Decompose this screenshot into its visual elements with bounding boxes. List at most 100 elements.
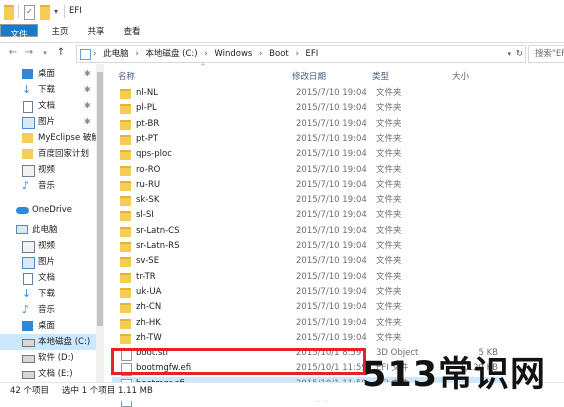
tab-view[interactable]: 查看	[118, 22, 146, 42]
nav-item-pc-pictures[interactable]: 图片	[0, 254, 98, 270]
column-name[interactable]: 名称	[118, 70, 135, 82]
folder-icon	[120, 180, 131, 191]
file-row[interactable]: pl-PL 2015/7/10 19:04 文件夹	[112, 101, 504, 116]
file-name: sr-Latn-RS	[136, 241, 180, 251]
file-name: zh-TW	[136, 332, 162, 343]
pin-icon: ✱	[84, 85, 91, 94]
file-row[interactable]: tr-TR 2015/7/10 19:04 文件夹	[112, 270, 504, 285]
folder-icon	[120, 119, 131, 130]
back-arrow-icon[interactable]: ←	[6, 46, 20, 60]
breadcrumb-item[interactable]: Windows	[214, 49, 252, 59]
file-name: sr-Latn-CS	[136, 225, 180, 236]
divider	[64, 5, 65, 18]
nav-label: 文档 (E:)	[38, 369, 73, 379]
drive-icon	[22, 355, 35, 363]
file-row[interactable]: ro-RO 2015/7/10 19:04 文件夹	[112, 163, 504, 178]
folder-icon	[120, 287, 131, 298]
up-arrow-icon[interactable]: ↑	[54, 46, 68, 60]
file-row[interactable]: sr-Latn-CS 2015/7/10 19:04 文件夹	[112, 224, 504, 239]
file-row[interactable]: uk-UA 2015/7/10 19:04 文件夹	[112, 285, 504, 300]
file-type: 文件夹	[376, 256, 402, 267]
file-row[interactable]: sr-Latn-RS 2015/7/10 19:04 文件夹	[112, 239, 504, 254]
file-name: pt-BR	[136, 118, 160, 129]
nav-item-music[interactable]: ♪ 音乐	[0, 178, 98, 194]
tab-share[interactable]: 共享	[82, 22, 110, 42]
divider	[18, 5, 19, 18]
nav-item-pc-documents[interactable]: 文档	[0, 270, 98, 286]
nav-item-drive-e[interactable]: 文档 (E:)	[0, 366, 98, 382]
file-row[interactable]: ru-RU 2015/7/10 19:04 文件夹	[112, 178, 504, 193]
forward-arrow-icon[interactable]: →	[22, 46, 36, 60]
tab-home[interactable]: 主页	[46, 22, 74, 42]
file-date: 2015/7/10 19:04	[296, 195, 367, 206]
file-type: 文件夹	[376, 164, 402, 175]
nav-item-videos[interactable]: 视频	[0, 162, 98, 178]
nav-item-pictures[interactable]: 图片 ✱	[0, 114, 98, 130]
breadcrumb-item[interactable]: 本地磁盘 (C:)	[145, 49, 197, 59]
file-row[interactable]: qps-ploc 2015/7/10 19:04 文件夹	[112, 147, 504, 162]
breadcrumb-separator: ›	[93, 49, 97, 59]
column-size[interactable]: 大小	[452, 70, 469, 82]
file-name: sl-SI	[136, 210, 154, 221]
refresh-icon[interactable]: ↻	[516, 46, 523, 62]
nav-item-pc-desktop[interactable]: 桌面	[0, 318, 98, 334]
folder-icon	[120, 89, 131, 99]
nav-item-pc-music[interactable]: ♪ 音乐	[0, 302, 98, 318]
breadcrumb-item[interactable]: EFI	[306, 49, 319, 59]
music-icon: ♪	[22, 303, 30, 316]
breadcrumb-separator: ›	[295, 49, 299, 59]
drive-icon	[22, 339, 35, 347]
file-type: 文件夹	[376, 332, 402, 343]
file-row[interactable]: sk-SK 2015/7/10 19:04 文件夹	[112, 193, 504, 208]
address-dropdown-icon[interactable]: ▾	[507, 46, 511, 62]
properties-icon[interactable]: ✓	[24, 5, 35, 20]
recent-locations-icon[interactable]: ▾	[38, 46, 52, 60]
nav-item-drive-c[interactable]: 本地磁盘 (C:)	[0, 334, 98, 350]
file-name: uk-UA	[136, 286, 162, 297]
file-row[interactable]: pt-PT 2015/7/10 19:04 文件夹	[112, 132, 504, 147]
file-row[interactable]: zh-CN 2015/7/10 19:04 文件夹	[112, 300, 504, 315]
file-name: ro-RO	[136, 164, 161, 175]
pin-icon: ✱	[84, 69, 91, 78]
file-row[interactable]: zh-HK 2015/7/10 19:04 文件夹	[112, 316, 504, 331]
tab-file[interactable]: 文件	[0, 24, 38, 40]
nav-item-drive-d[interactable]: 软件 (D:)	[0, 350, 98, 366]
file-row[interactable]: sl-SI 2015/7/10 19:04 文件夹	[112, 208, 504, 223]
nav-scrollbar[interactable]	[96, 64, 104, 382]
file-name: sv-SE	[136, 256, 160, 267]
file-row[interactable]: nl-NL 2015/7/10 19:04 文件夹	[112, 86, 504, 101]
address-input[interactable]: › 此电脑 › 本地磁盘 (C:) › Windows › Boot › EFI…	[76, 45, 526, 63]
file-list: ^ 名称 修改日期 类型 大小 nl-NL 2015/7/10 19:04 文件夹 p…	[108, 63, 564, 407]
breadcrumb-item[interactable]: Boot	[269, 49, 289, 59]
nav-label: 本地磁盘 (C:)	[38, 337, 91, 347]
file-date: 2015/7/10 19:04	[296, 225, 367, 236]
nav-item-this-pc[interactable]: 此电脑	[0, 222, 98, 238]
cloud-icon	[16, 207, 29, 214]
search-input[interactable]: 搜索"EFI"	[528, 45, 564, 63]
nav-item-desktop[interactable]: 桌面 ✱	[0, 66, 98, 82]
file-row[interactable]: zh-TW 2015/7/10 19:04 文件夹	[112, 331, 504, 346]
nav-item-onedrive[interactable]: OneDrive	[0, 202, 98, 218]
file-row[interactable]: pt-BR 2015/7/10 19:04 文件夹	[112, 117, 504, 132]
nav-label: 软件 (D:)	[38, 353, 74, 363]
column-date[interactable]: 修改日期	[292, 70, 326, 82]
column-type[interactable]: 类型	[372, 70, 389, 82]
nav-item-documents[interactable]: 文档 ✱	[0, 98, 98, 114]
file-type: 文件夹	[376, 88, 402, 98]
folder-icon	[120, 165, 131, 176]
breadcrumb-item[interactable]: 此电脑	[103, 49, 129, 59]
customize-toolbar-icon[interactable]: ▾	[54, 5, 62, 18]
nav-item-pc-videos[interactable]: 视频	[0, 238, 98, 254]
folder-icon	[22, 149, 33, 159]
file-name: zh-HK	[136, 317, 161, 328]
file-type: 文件夹	[376, 241, 402, 251]
folder-icon	[120, 211, 131, 222]
nav-scrollbar-thumb[interactable]	[97, 72, 103, 326]
nav-item-myeclipse[interactable]: MyEclipse 破解	[0, 130, 100, 146]
new-folder-icon[interactable]	[40, 5, 50, 20]
nav-item-baidu-plan[interactable]: 百度回家计划	[0, 146, 98, 162]
nav-item-downloads[interactable]: ↓ 下载 ✱	[0, 82, 98, 98]
file-date: 2015/7/10 19:04	[296, 302, 367, 313]
nav-item-pc-downloads[interactable]: ↓ 下载	[0, 286, 98, 302]
file-row[interactable]: sv-SE 2015/7/10 19:04 文件夹	[112, 254, 504, 269]
